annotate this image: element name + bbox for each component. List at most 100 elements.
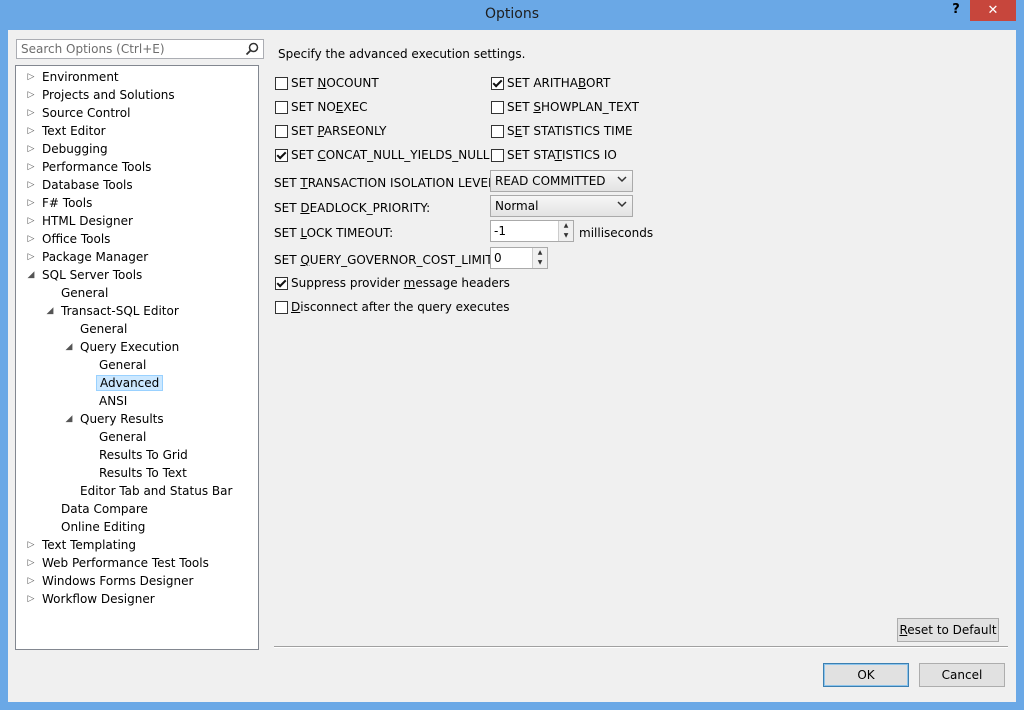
deadlock-priority-dropdown[interactable]: Normal: [490, 195, 633, 217]
spin-down-icon[interactable]: ▼: [559, 231, 573, 241]
tree-item[interactable]: Editor Tab and Status Bar: [16, 482, 256, 500]
tree-item[interactable]: ◢ Transact-SQL Editor: [16, 302, 256, 320]
deadlock-priority-label: SET DEADLOCK_PRIORITY:: [274, 201, 431, 215]
collapsed-arrow-icon[interactable]: ▷: [26, 86, 36, 104]
checkbox-unchecked[interactable]: [275, 125, 288, 138]
tree-item[interactable]: ▷ Web Performance Test Tools: [16, 554, 256, 572]
collapsed-arrow-icon[interactable]: ▷: [26, 230, 36, 248]
tree-item[interactable]: ▷ Windows Forms Designer: [16, 572, 256, 590]
collapsed-arrow-icon[interactable]: ▷: [26, 176, 36, 194]
tree-item[interactable]: ▷ Package Manager: [16, 248, 256, 266]
search-box: [16, 39, 264, 59]
governor-cost-label: SET QUERY_GOVERNOR_COST_LIMIT:: [274, 253, 496, 267]
collapsed-arrow-icon[interactable]: ▷: [26, 104, 36, 122]
tree-item[interactable]: ▷ Source Control: [16, 104, 256, 122]
tree-item-label: Web Performance Test Tools: [42, 556, 209, 570]
ok-button[interactable]: OK: [823, 663, 909, 687]
tree-item[interactable]: ▷ Workflow Designer: [16, 590, 256, 608]
reset-to-default-button[interactable]: Reset to Default: [897, 618, 999, 642]
tree-item[interactable]: ▷ F# Tools: [16, 194, 256, 212]
collapsed-arrow-icon[interactable]: ▷: [26, 194, 36, 212]
chevron-down-icon: [617, 201, 627, 208]
tree-item[interactable]: Data Compare: [16, 500, 256, 518]
expanded-arrow-icon[interactable]: ◢: [64, 338, 74, 356]
governor-cost-input[interactable]: 0 ▲ ▼: [490, 247, 548, 269]
collapsed-arrow-icon[interactable]: ▷: [26, 122, 36, 140]
tree-item[interactable]: ▷ Office Tools: [16, 230, 256, 248]
tree-item[interactable]: ◢ SQL Server Tools: [16, 266, 256, 284]
isolation-level-value: READ COMMITTED: [495, 174, 606, 188]
tree-item[interactable]: ◢ Query Results: [16, 410, 256, 428]
title-bar: Options ? ✕: [0, 0, 1024, 30]
checkbox-unchecked[interactable]: [491, 149, 504, 162]
checkbox-box[interactable]: [275, 301, 288, 314]
tree-item-label: Windows Forms Designer: [42, 574, 194, 588]
checkbox-label: SET STATISTICS TIME: [507, 124, 633, 138]
expanded-arrow-icon[interactable]: ◢: [64, 410, 74, 428]
governor-cost-value: 0: [494, 251, 502, 265]
tree-item[interactable]: Results To Grid: [16, 446, 256, 464]
lock-timeout-input[interactable]: -1 ▲ ▼: [490, 220, 574, 242]
collapsed-arrow-icon[interactable]: ▷: [26, 248, 36, 266]
expanded-arrow-icon[interactable]: ◢: [45, 302, 55, 320]
tree-item[interactable]: General: [16, 356, 256, 374]
checkbox-label: SET CONCAT_NULL_YIELDS_NULL: [291, 148, 490, 162]
checkbox-box[interactable]: [275, 277, 288, 290]
tree-item[interactable]: Results To Text: [16, 464, 256, 482]
spin-up-icon[interactable]: ▲: [533, 248, 547, 258]
tree-item-label: General: [80, 322, 128, 336]
close-button[interactable]: ✕: [970, 0, 1016, 21]
tree-item[interactable]: ▷ Environment: [16, 68, 256, 86]
lock-timeout-spinner[interactable]: ▲ ▼: [558, 221, 573, 241]
help-button[interactable]: ?: [946, 2, 966, 20]
collapsed-arrow-icon[interactable]: ▷: [26, 590, 36, 608]
tree-item[interactable]: ▷ HTML Designer: [16, 212, 256, 230]
tree-item-label: Results To Grid: [99, 448, 188, 462]
cancel-button[interactable]: Cancel: [919, 663, 1005, 687]
tree-item[interactable]: ANSI: [16, 392, 256, 410]
tree-item-label: Package Manager: [42, 250, 149, 264]
expanded-arrow-icon[interactable]: ◢: [26, 266, 36, 284]
checkbox-checked[interactable]: [491, 77, 504, 90]
chevron-down-icon: [617, 176, 627, 183]
tree-item-label: Workflow Designer: [42, 592, 155, 606]
tree-item[interactable]: General: [16, 428, 256, 446]
collapsed-arrow-icon[interactable]: ▷: [26, 536, 36, 554]
collapsed-arrow-icon[interactable]: ▷: [26, 68, 36, 86]
tree-item-label: F# Tools: [42, 196, 93, 210]
options-window: Options ? ✕ ▷ Environment ▷ Projects and So…: [0, 0, 1024, 710]
tree-item[interactable]: ▷ Database Tools: [16, 176, 256, 194]
tree-item[interactable]: ◢ Query Execution: [16, 338, 256, 356]
checkbox-unchecked[interactable]: [491, 125, 504, 138]
tree-item[interactable]: ▷ Performance Tools: [16, 158, 256, 176]
tree-item[interactable]: General: [16, 320, 256, 338]
collapsed-arrow-icon[interactable]: ▷: [26, 554, 36, 572]
checkbox-unchecked[interactable]: [491, 101, 504, 114]
tree-item[interactable]: ▷ Debugging: [16, 140, 256, 158]
tree-item[interactable]: ▷ Text Templating: [16, 536, 256, 554]
checkbox-unchecked[interactable]: [275, 101, 288, 114]
tree-item[interactable]: ▷ Projects and Solutions: [16, 86, 256, 104]
checkbox-label: SET ARITHABORT: [507, 76, 611, 90]
tree-item[interactable]: Advanced: [16, 374, 256, 392]
collapsed-arrow-icon[interactable]: ▷: [26, 140, 36, 158]
tree-item[interactable]: ▷ Text Editor: [16, 122, 256, 140]
governor-cost-spinner[interactable]: ▲ ▼: [532, 248, 547, 268]
collapsed-arrow-icon[interactable]: ▷: [26, 158, 36, 176]
isolation-level-label: SET TRANSACTION ISOLATION LEVEL:: [274, 176, 499, 190]
collapsed-arrow-icon[interactable]: ▷: [26, 572, 36, 590]
spin-up-icon[interactable]: ▲: [559, 221, 573, 231]
search-input[interactable]: [17, 40, 245, 58]
collapsed-arrow-icon[interactable]: ▷: [26, 212, 36, 230]
checkbox-label: SET NOEXEC: [291, 100, 368, 114]
tree-item-label: Debugging: [42, 142, 108, 156]
tree-item-label: Query Results: [80, 412, 164, 426]
search-icon[interactable]: [244, 41, 260, 57]
checkbox-unchecked[interactable]: [275, 77, 288, 90]
checkbox-checked[interactable]: [275, 149, 288, 162]
tree-item[interactable]: General: [16, 284, 256, 302]
tree-item-label: Projects and Solutions: [42, 88, 175, 102]
tree-item[interactable]: Online Editing: [16, 518, 256, 536]
spin-down-icon[interactable]: ▼: [533, 258, 547, 268]
isolation-level-dropdown[interactable]: READ COMMITTED: [490, 170, 633, 192]
